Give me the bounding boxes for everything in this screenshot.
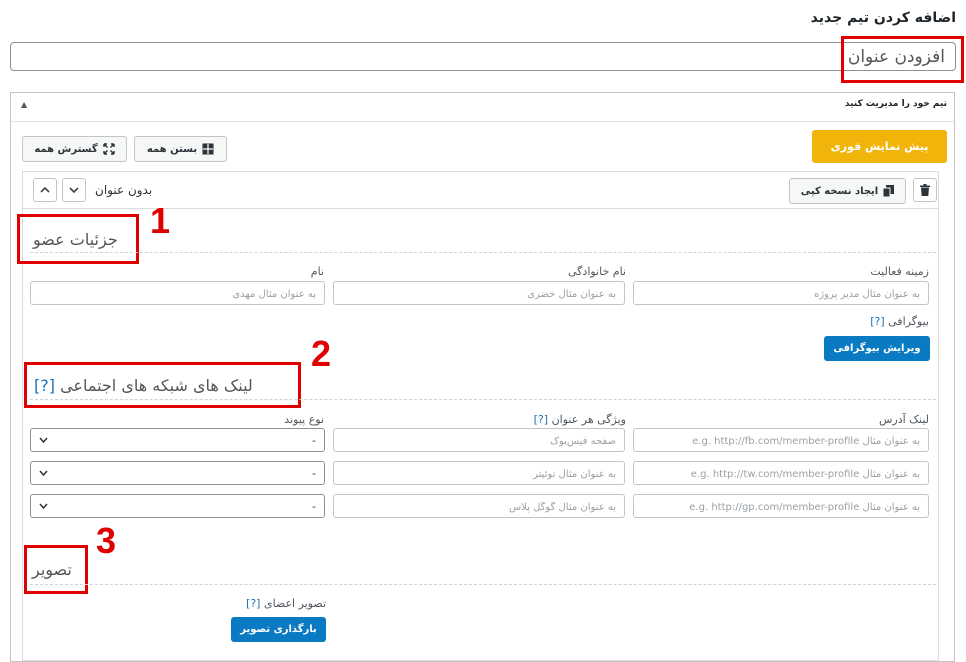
first-name-field[interactable]: [30, 281, 325, 306]
first-name-input[interactable]: [31, 283, 324, 306]
move-up-button[interactable]: [33, 178, 57, 202]
move-down-button[interactable]: [62, 178, 86, 202]
dropdown-arrow-icon: [39, 503, 48, 509]
social-address-input[interactable]: [634, 463, 928, 486]
link-type-value: -: [312, 433, 316, 447]
collapse-icon: [202, 143, 214, 155]
duplicate-member-button[interactable]: ایجاد نسخه کپی: [789, 178, 906, 204]
last-name-input[interactable]: [334, 283, 624, 306]
link-type-value: -: [312, 466, 316, 480]
duplicate-label: ایجاد نسخه کپی: [800, 185, 879, 197]
address-column-label: لینک آدرس: [878, 413, 929, 426]
photo-divider: [30, 584, 936, 585]
social-row-address-field[interactable]: [633, 461, 929, 486]
social-row-address-field[interactable]: [633, 428, 929, 453]
photo-label: تصویر اعضای: [263, 597, 326, 610]
social-row-attribute-field[interactable]: [333, 494, 625, 519]
link-type-column-label: نوع پیوند: [284, 413, 324, 426]
member-details-title: جزئیات عضو: [33, 230, 118, 249]
link-type-select[interactable]: -: [30, 428, 325, 452]
activity-label: زمینه فعالیت: [870, 265, 929, 278]
chevron-up-icon: [40, 187, 50, 193]
last-name-label: نام خانوادگی: [568, 265, 626, 278]
member-item: [22, 171, 939, 661]
annotation-marker-1: 1: [150, 200, 171, 241]
link-type-select[interactable]: -: [30, 494, 325, 518]
social-links-title-row: لینک های شبکه های اجتماعی [?]: [34, 376, 253, 395]
trash-icon: [920, 184, 930, 196]
live-preview-button[interactable]: پیش نمایش فوری: [812, 130, 947, 163]
attribute-help-link[interactable]: [?]: [534, 413, 548, 426]
member-details-divider: [30, 252, 936, 253]
expand-icon: [102, 143, 115, 155]
social-row-attribute-field[interactable]: [333, 428, 625, 453]
collapse-all-button[interactable]: بستن همه: [134, 136, 227, 162]
link-type-value: -: [312, 499, 316, 513]
upload-photo-button[interactable]: بارگذاری تصویر: [231, 617, 326, 642]
social-address-input[interactable]: [634, 430, 928, 453]
metabox-title: تیم خود را مدیریت کنید: [844, 99, 947, 109]
delete-member-button[interactable]: [913, 178, 937, 202]
photo-label-row: تصویر اعضای [?]: [246, 597, 326, 610]
chevron-down-icon: [69, 187, 79, 193]
social-links-help-link[interactable]: [?]: [34, 376, 55, 395]
social-attribute-input[interactable]: [334, 463, 624, 486]
annotation-marker-2: 2: [311, 333, 332, 374]
biography-label-row: بیوگرافی [?]: [870, 315, 929, 328]
title-input[interactable]: [11, 43, 955, 70]
member-item-title: بدون عنوان: [95, 183, 153, 197]
title-highlight-box: [841, 36, 964, 83]
social-links-title: لینک های شبکه های اجتماعی: [60, 376, 253, 395]
dropdown-arrow-icon: [39, 470, 48, 476]
attribute-column-label-row: ویژگی هر عنوان [?]: [534, 413, 626, 426]
link-type-select[interactable]: -: [30, 461, 325, 485]
metabox-header[interactable]: [11, 93, 954, 122]
social-address-input[interactable]: [634, 496, 928, 519]
social-attribute-input[interactable]: [334, 496, 624, 519]
social-row-address-field[interactable]: [633, 494, 929, 519]
expand-all-label: گسترش همه: [34, 143, 98, 155]
first-name-label: نام: [310, 265, 324, 278]
expand-all-button[interactable]: گسترش همه: [22, 136, 127, 162]
copy-icon: [883, 185, 895, 197]
biography-label: بیوگرافی: [888, 315, 929, 328]
photo-title: تصویر: [32, 560, 72, 579]
edit-biography-button[interactable]: ویرایش بیوگرافی: [824, 336, 930, 361]
social-attribute-input[interactable]: [334, 430, 624, 453]
activity-field[interactable]: [633, 281, 929, 306]
last-name-field[interactable]: [333, 281, 625, 306]
metabox-toggle-icon[interactable]: ▲: [21, 100, 27, 109]
annotation-marker-3: 3: [96, 520, 117, 561]
collapse-all-label: بستن همه: [146, 143, 198, 155]
social-row-attribute-field[interactable]: [333, 461, 625, 486]
social-links-divider: [30, 399, 936, 400]
activity-input[interactable]: [634, 283, 928, 306]
title-field[interactable]: [10, 42, 956, 71]
photo-help-link[interactable]: [?]: [246, 597, 260, 610]
page-title: اضافه کردن تیم جدید: [810, 10, 956, 26]
biography-help-link[interactable]: [?]: [870, 315, 884, 328]
dropdown-arrow-icon: [39, 437, 48, 443]
attribute-column-label: ویژگی هر عنوان: [551, 413, 626, 426]
